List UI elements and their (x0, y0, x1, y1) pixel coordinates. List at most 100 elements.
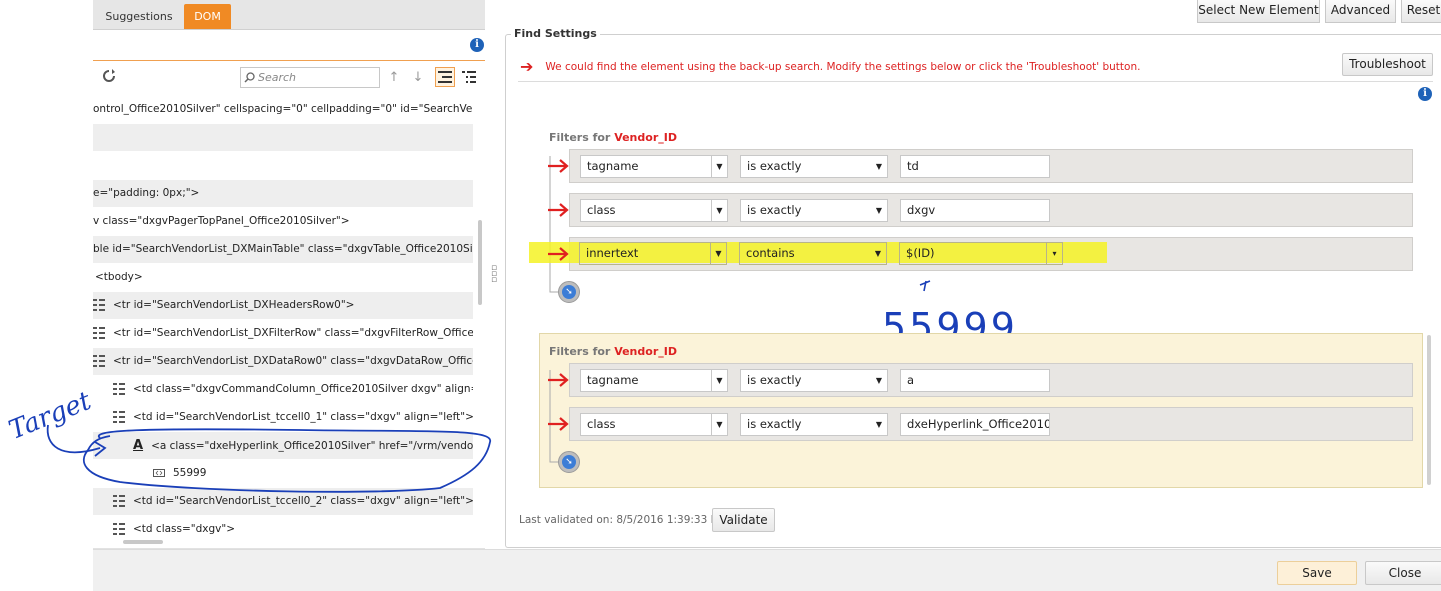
filter-group-element-name: Vendor_ID (614, 345, 677, 358)
handwritten-annotation: Target (5, 386, 491, 493)
filter-group-prefix: Filters for (549, 345, 611, 358)
attribute-value: tagname (587, 159, 639, 173)
close-button[interactable]: Close (1365, 561, 1441, 585)
validate-button[interactable]: Validate (712, 508, 775, 532)
row-icon (93, 327, 105, 339)
select-new-element-button[interactable]: Select New Element (1197, 0, 1320, 23)
left-tab-bar: Suggestions DOM (93, 0, 485, 30)
filter-group-prefix: Filters for (549, 131, 611, 144)
attribute-select[interactable]: class ▼ (580, 413, 728, 436)
filter-row-controls: innertext ▼ contains ▼ $(ID) ▾ (569, 237, 1413, 271)
tab-dom[interactable]: DOM (184, 4, 231, 29)
search-placeholder: Search (258, 71, 297, 84)
dom-node-label: <tr id="SearchVendorList_DXDataRow0" cla… (113, 355, 473, 367)
dom-node-label: <tr id="SearchVendorList_DXHeadersRow0"> (113, 299, 355, 311)
filter-value: $(ID) (906, 246, 935, 260)
dropdown-arrow-icon: ▼ (711, 370, 727, 391)
operator-select[interactable]: is exactly ▼ (740, 199, 888, 222)
operator-select[interactable]: is exactly ▼ (740, 155, 888, 178)
add-filter-button[interactable]: ➘ (558, 281, 580, 303)
attribute-select[interactable]: tagname ▼ (580, 369, 728, 392)
dom-node[interactable]: <td class="dxgv"> (93, 516, 473, 536)
search-input[interactable]: Search (240, 67, 380, 88)
row-icon (93, 355, 105, 367)
tab-suggestions[interactable]: Suggestions (93, 4, 185, 29)
add-filter-icon: ➘ (562, 455, 576, 469)
filter-group-element-name: Vendor_ID (614, 131, 677, 144)
arrow-up-icon[interactable]: ↑ (384, 67, 404, 87)
dom-node[interactable]: <tr id="SearchVendorList_DXFilterRow" cl… (93, 320, 473, 347)
troubleshoot-button[interactable]: Troubleshoot (1342, 53, 1433, 76)
filter-row: tagname ▼ is exactly ▼ a (569, 363, 1413, 397)
dom-node[interactable]: <tbody> (93, 264, 473, 291)
tree-view-icon[interactable] (435, 67, 455, 87)
filter-value-input[interactable]: dxgv (900, 199, 1050, 222)
arrow-down-icon[interactable]: ↓ (408, 67, 428, 87)
dom-node[interactable]: e="padding: 0px;"> (93, 180, 473, 207)
splitter-grip-icon[interactable]: ▫ ▫ ▫ (491, 264, 497, 285)
right-scrollbar[interactable] (1427, 335, 1431, 485)
dom-node[interactable]: v class="dxgvPagerTopPanel_Office2010Sil… (93, 208, 473, 235)
advanced-button[interactable]: Advanced (1325, 0, 1396, 23)
dom-vertical-scrollbar[interactable] (478, 220, 482, 305)
dom-node-label: <tbody> (95, 271, 143, 283)
operator-value: is exactly (747, 417, 802, 431)
red-arrow-icon (548, 159, 569, 173)
save-button[interactable]: Save (1277, 561, 1357, 585)
attribute-value: class (587, 417, 616, 431)
attribute-select[interactable]: tagname ▼ (580, 155, 728, 178)
dom-horizontal-scrollbar[interactable] (123, 540, 163, 544)
attribute-select[interactable]: innertext ▼ (579, 242, 727, 265)
reset-button[interactable]: Reset (1401, 0, 1441, 23)
red-arrow-icon (548, 417, 569, 431)
search-icon (244, 72, 255, 83)
last-validated-text: Last validated on: 8/5/2016 1:39:33 PM (519, 514, 727, 526)
add-filter-icon: ➘ (562, 285, 576, 299)
operator-select[interactable]: is exactly ▼ (740, 413, 888, 436)
dropdown-arrow-icon: ▼ (875, 206, 883, 215)
operator-select[interactable]: contains ▼ (739, 242, 887, 265)
dom-node[interactable]: ontrol_Office2010Silver" cellspacing="0"… (93, 96, 473, 123)
red-arrow-icon (548, 373, 569, 387)
red-arrow-icon: ➔ (520, 57, 534, 76)
attribute-value: innertext (586, 246, 639, 260)
annotation-target-label: Target (5, 386, 96, 446)
operator-value: contains (746, 246, 795, 260)
operator-value: is exactly (747, 373, 802, 387)
operator-value: is exactly (747, 159, 802, 173)
info-icon[interactable]: i (470, 38, 484, 52)
dom-node[interactable]: <tr id="SearchVendorList_DXHeadersRow0"> (93, 292, 473, 319)
dom-node[interactable] (93, 124, 473, 151)
dropdown-arrow-icon: ▼ (710, 243, 726, 264)
warning-text: We could find the element using the back… (545, 61, 1141, 73)
dom-node-label: <tr id="SearchVendorList_DXFilterRow" cl… (113, 327, 473, 339)
filter-value-input[interactable]: dxeHyperlink_Office2010S (900, 413, 1050, 436)
dropdown-arrow-icon: ▼ (875, 420, 883, 429)
filter-row: tagname ▼ is exactly ▼ td (569, 149, 1413, 183)
red-arrow-icon (548, 203, 569, 217)
attribute-select[interactable]: class ▼ (580, 199, 728, 222)
operator-value: is exactly (747, 203, 802, 217)
attribute-value: tagname (587, 373, 639, 387)
dom-node[interactable]: ble id="SearchVendorList_DXMainTable" cl… (93, 236, 473, 263)
operator-select[interactable]: is exactly ▼ (740, 369, 888, 392)
filter-value-input[interactable]: td (900, 155, 1050, 178)
filter-group-title: Filters for Vendor_ID (549, 345, 677, 358)
find-settings-title: Find Settings (511, 27, 600, 40)
filter-value-input[interactable]: $(ID) ▾ (899, 242, 1063, 265)
row-icon (113, 523, 125, 535)
outline-view-icon[interactable] (459, 67, 479, 87)
filter-value-input[interactable]: a (900, 369, 1050, 392)
add-filter-button[interactable]: ➘ (558, 451, 580, 473)
divider (518, 81, 1433, 82)
dropdown-arrow-icon: ▼ (711, 414, 727, 435)
dropdown-arrow-icon: ▼ (711, 200, 727, 221)
attribute-value: class (587, 203, 616, 217)
dropdown-arrow-icon: ▼ (711, 156, 727, 177)
info-icon[interactable]: i (1418, 87, 1432, 101)
red-arrow-icon (548, 247, 569, 261)
row-icon (93, 299, 105, 311)
dialog-footer (93, 549, 1441, 591)
filter-group-title: Filters for Vendor_ID (549, 131, 677, 144)
refresh-icon[interactable] (99, 66, 119, 86)
